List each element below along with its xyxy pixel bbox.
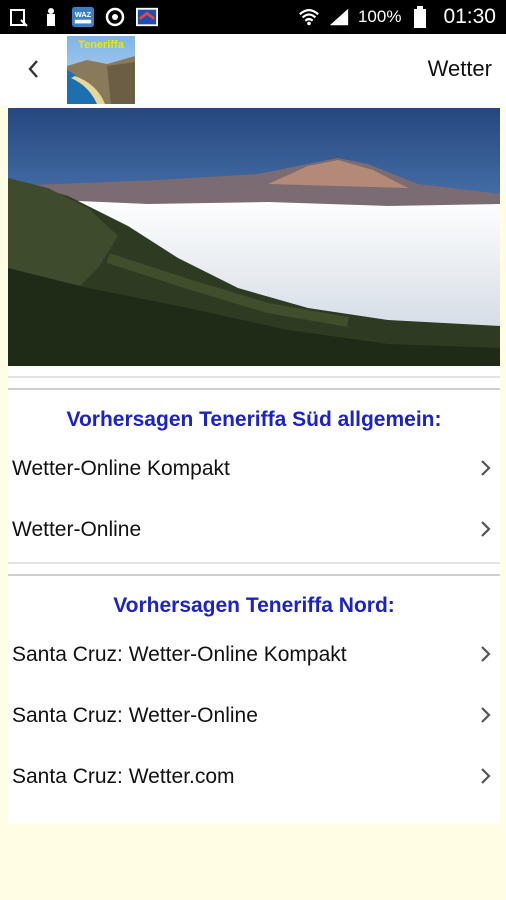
bookmark-icon (40, 6, 62, 28)
section-sued: Vorhersagen Teneriffa Süd allgemein: Wet… (8, 390, 500, 560)
news-app-icon: WAZ (72, 6, 94, 28)
back-button[interactable] (18, 54, 48, 84)
screenshot-icon (8, 6, 30, 28)
list-item-label: Santa Cruz: Wetter.com (12, 764, 235, 788)
section-divider (8, 562, 500, 576)
chevron-right-icon (481, 460, 491, 476)
hero-image (8, 108, 500, 366)
battery-percent: 100% (357, 7, 402, 26)
section-title: Vorhersagen Teneriffa Süd allgemein: (66, 408, 442, 431)
list-item-label: Wetter-Online Kompakt (12, 456, 230, 480)
battery-icon (409, 6, 431, 28)
section-nord: Vorhersagen Teneriffa Nord: Santa Cruz: … (8, 576, 500, 807)
chevron-right-icon (481, 707, 491, 723)
sync-icon (104, 6, 126, 28)
svg-text:Teneriffa: Teneriffa (78, 39, 125, 51)
list-item[interactable]: Wetter-Online (8, 499, 500, 560)
status-bar: WAZ 100% 01:30 (0, 0, 506, 34)
list-item[interactable]: Wetter-Online Kompakt (8, 438, 500, 499)
notification-icons: WAZ (8, 6, 158, 28)
list-item[interactable]: Santa Cruz: Wetter-Online (8, 685, 500, 746)
system-status: 100% 01:30 (298, 0, 496, 34)
chevron-right-icon (481, 646, 491, 662)
app-bar: Teneriffa Wetter (0, 34, 506, 106)
section-divider (8, 376, 500, 390)
list-item[interactable]: Santa Cruz: Wetter-Online Kompakt (8, 624, 500, 685)
chevron-right-icon (481, 521, 491, 537)
main-content: Vorhersagen Teneriffa Süd allgemein: Wet… (8, 108, 500, 824)
list-item[interactable]: Santa Cruz: Wetter.com (8, 746, 500, 807)
chevron-left-icon (28, 60, 38, 78)
list-item-label: Santa Cruz: Wetter-Online (12, 703, 258, 727)
clock: 01:30 (443, 5, 496, 28)
section-title: Vorhersagen Teneriffa Nord: (113, 594, 395, 617)
signal-icon (328, 6, 350, 28)
chevron-right-icon (481, 768, 491, 784)
list-item-label: Wetter-Online (12, 517, 142, 541)
app-flag-icon (136, 6, 158, 28)
wifi-icon (298, 6, 320, 28)
list-item-label: Santa Cruz: Wetter-Online Kompakt (12, 642, 347, 666)
app-logo: Teneriffa (67, 36, 135, 104)
page-title: Wetter (427, 56, 492, 81)
svg-text:WAZ: WAZ (75, 10, 92, 19)
